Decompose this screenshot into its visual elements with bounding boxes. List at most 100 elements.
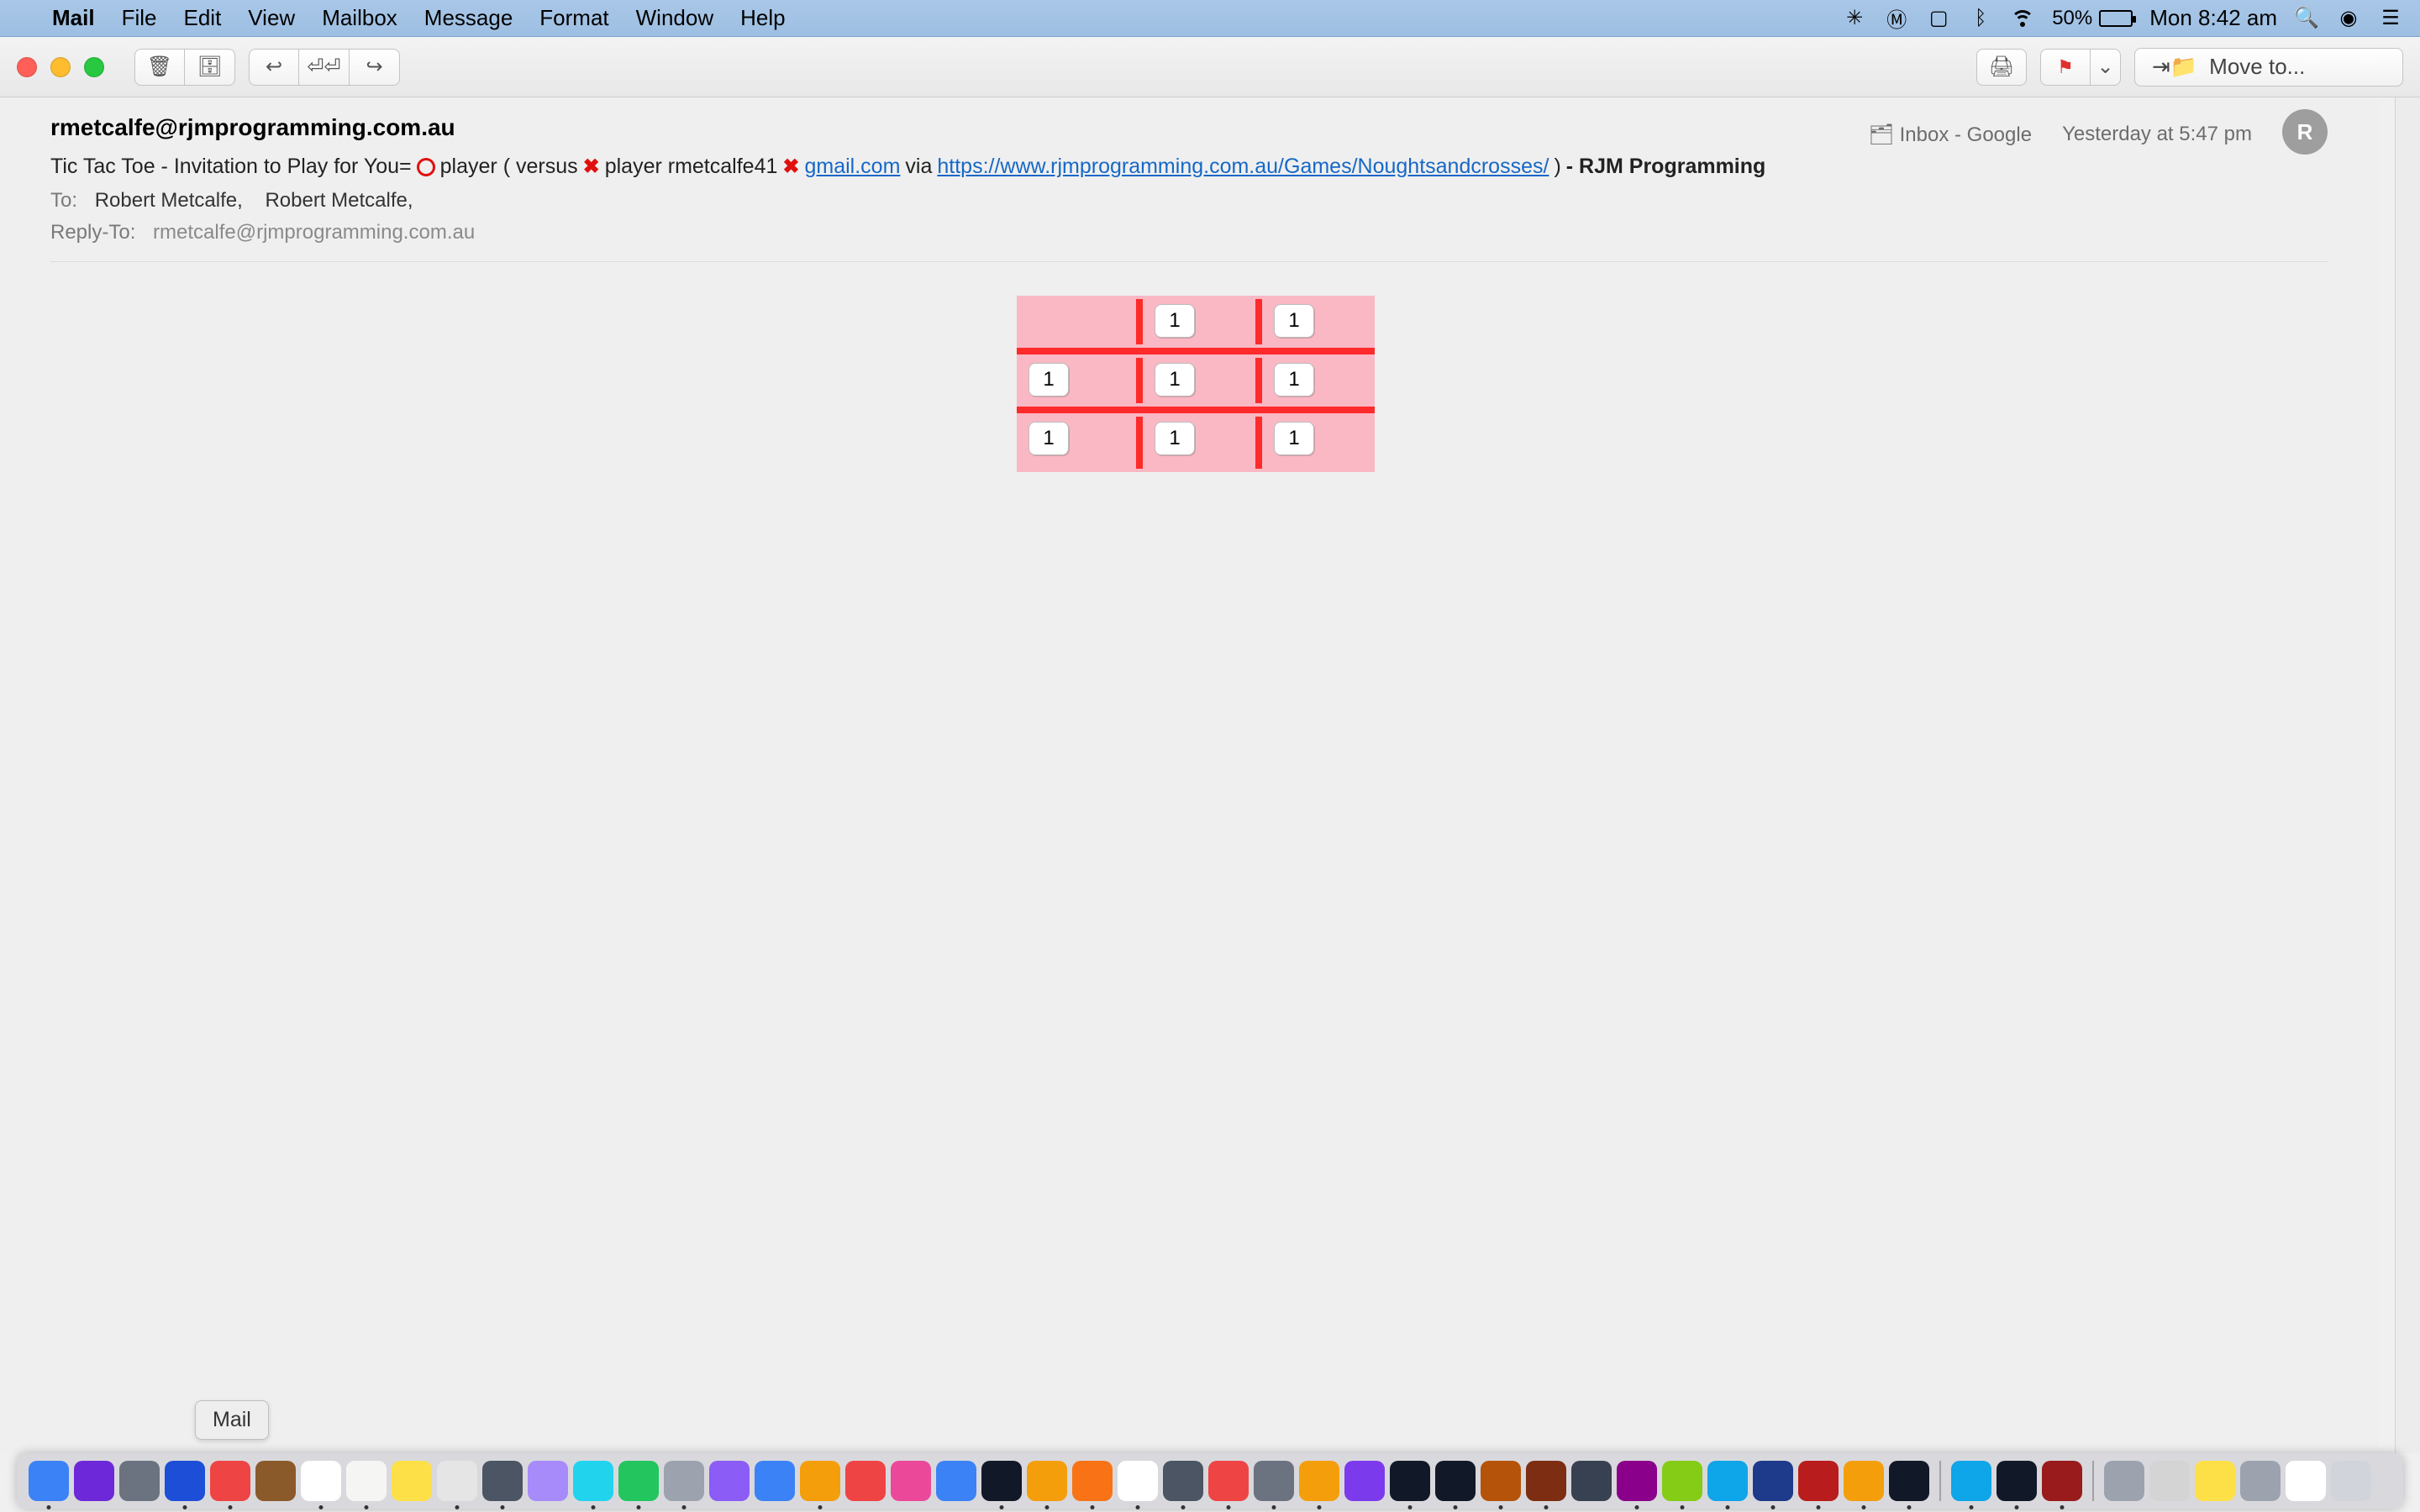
- dock-app[interactable]: [482, 1461, 523, 1501]
- dock-app[interactable]: [346, 1461, 387, 1501]
- cell-value-stepper[interactable]: 1: [1028, 363, 1069, 396]
- dock-app[interactable]: [2286, 1461, 2326, 1501]
- header-from[interactable]: rmetcalfe@rjmprogramming.com.au: [50, 114, 455, 141]
- dock-app[interactable]: [1254, 1461, 1294, 1501]
- to-recipient-2[interactable]: Robert Metcalfe,: [265, 189, 413, 212]
- cell-value-stepper[interactable]: 1: [1274, 422, 1314, 455]
- cell-value-stepper[interactable]: 1: [1155, 304, 1195, 338]
- reply-all-button[interactable]: ⏎⏎: [299, 49, 350, 86]
- dock-app[interactable]: [2104, 1461, 2144, 1501]
- move-to-button[interactable]: ⇥📁 Move to...: [2134, 48, 2403, 87]
- dock-app[interactable]: [1481, 1461, 1521, 1501]
- battery-status[interactable]: 50%: [2052, 7, 2133, 30]
- dock-app[interactable]: [755, 1461, 795, 1501]
- dock-app[interactable]: [1299, 1461, 1339, 1501]
- cell-value-stepper[interactable]: 1: [1274, 363, 1314, 396]
- board-cell[interactable]: [1017, 296, 1136, 354]
- notification-center-icon[interactable]: ☰: [2378, 6, 2403, 31]
- dock-app[interactable]: [1753, 1461, 1793, 1501]
- dock-app[interactable]: [255, 1461, 296, 1501]
- menu-format[interactable]: Format: [539, 5, 608, 31]
- menu-view[interactable]: View: [248, 5, 295, 31]
- subject-game-link[interactable]: https://www.rjmprogramming.com.au/Games/…: [937, 155, 1549, 179]
- menubar-clock[interactable]: Mon 8:42 am: [2149, 5, 2277, 31]
- dock-app[interactable]: [2042, 1461, 2082, 1501]
- sender-avatar[interactable]: R: [2282, 109, 2328, 155]
- dock-app[interactable]: [301, 1461, 341, 1501]
- to-recipient-1[interactable]: Robert Metcalfe,: [95, 189, 243, 212]
- flag-menu-button[interactable]: ⌄: [2091, 49, 2121, 86]
- dock-app[interactable]: [936, 1461, 976, 1501]
- delete-button[interactable]: 🗑: [134, 49, 185, 86]
- dock-app[interactable]: [1844, 1461, 1884, 1501]
- menu-mailbox[interactable]: Mailbox: [322, 5, 397, 31]
- header-mailbox[interactable]: 🗂 Inbox - Google: [1868, 123, 2032, 147]
- dock-app[interactable]: [1617, 1461, 1657, 1501]
- vertical-scrollbar[interactable]: [2395, 97, 2420, 1453]
- dock-app[interactable]: [1163, 1461, 1203, 1501]
- dock-app[interactable]: [709, 1461, 750, 1501]
- dock-app[interactable]: [1027, 1461, 1067, 1501]
- dock-app[interactable]: [29, 1461, 69, 1501]
- dock-app[interactable]: [664, 1461, 704, 1501]
- dock-app[interactable]: [1996, 1461, 2037, 1501]
- board-cell[interactable]: 1: [1136, 354, 1255, 413]
- dock-app[interactable]: [392, 1461, 432, 1501]
- dock-app[interactable]: [1571, 1461, 1612, 1501]
- cell-value-stepper[interactable]: 1: [1028, 422, 1069, 455]
- dock-app[interactable]: [437, 1461, 477, 1501]
- menubar-extra-icon-2[interactable]: Ⓜ: [1884, 6, 1909, 31]
- dock-app[interactable]: [1390, 1461, 1430, 1501]
- board-cell[interactable]: 1: [1017, 354, 1136, 413]
- dock-app[interactable]: [528, 1461, 568, 1501]
- dock-app[interactable]: [981, 1461, 1022, 1501]
- dock-app[interactable]: [1889, 1461, 1929, 1501]
- board-cell[interactable]: 1: [1255, 354, 1375, 413]
- board-cell[interactable]: 1: [1136, 296, 1255, 354]
- print-button[interactable]: 🖨: [1976, 49, 2027, 86]
- airplay-icon[interactable]: ▢: [1926, 6, 1951, 31]
- window-minimize-button[interactable]: [50, 57, 71, 77]
- wifi-icon[interactable]: [2010, 6, 2035, 31]
- dock-app[interactable]: [1435, 1461, 1476, 1501]
- dock-app[interactable]: [618, 1461, 659, 1501]
- menu-app-name[interactable]: Mail: [52, 5, 95, 31]
- dock-app[interactable]: [1526, 1461, 1566, 1501]
- dock-app[interactable]: [1118, 1461, 1158, 1501]
- bluetooth-icon[interactable]: ᛒ: [1968, 6, 1993, 31]
- dock-app[interactable]: [2149, 1461, 2190, 1501]
- cell-value-stepper[interactable]: 1: [1155, 422, 1195, 455]
- reply-button[interactable]: ↩: [249, 49, 299, 86]
- forward-button[interactable]: ↪: [350, 49, 400, 86]
- dock-app[interactable]: [1662, 1461, 1702, 1501]
- menubar-extra-icon-1[interactable]: ✳: [1842, 6, 1867, 31]
- dock-app[interactable]: [2331, 1461, 2371, 1501]
- dock-app[interactable]: [573, 1461, 613, 1501]
- board-cell[interactable]: 1: [1136, 413, 1255, 472]
- spotlight-icon[interactable]: 🔍: [2294, 6, 2319, 31]
- dock-app[interactable]: [800, 1461, 840, 1501]
- board-cell[interactable]: 1: [1017, 413, 1136, 472]
- dock-app[interactable]: [1208, 1461, 1249, 1501]
- menu-file[interactable]: File: [122, 5, 157, 31]
- archive-button[interactable]: 🗄: [185, 49, 235, 86]
- dock-app[interactable]: [1707, 1461, 1748, 1501]
- menu-message[interactable]: Message: [424, 5, 513, 31]
- dock-app[interactable]: [891, 1461, 931, 1501]
- siri-icon[interactable]: ◉: [2336, 6, 2361, 31]
- dock-app[interactable]: [2195, 1461, 2235, 1501]
- dock-app[interactable]: [1072, 1461, 1113, 1501]
- dock-app[interactable]: [2240, 1461, 2281, 1501]
- subject-gmail-link[interactable]: gmail.com: [804, 155, 900, 179]
- window-close-button[interactable]: [17, 57, 37, 77]
- dock-app[interactable]: [845, 1461, 886, 1501]
- board-cell[interactable]: 1: [1255, 296, 1375, 354]
- board-cell[interactable]: 1: [1255, 413, 1375, 472]
- cell-value-stepper[interactable]: 1: [1155, 363, 1195, 396]
- dock-app[interactable]: [165, 1461, 205, 1501]
- flag-button[interactable]: ⚑: [2040, 49, 2091, 86]
- dock-app[interactable]: [1951, 1461, 1991, 1501]
- dock-app[interactable]: [210, 1461, 250, 1501]
- dock-app[interactable]: [1798, 1461, 1839, 1501]
- dock-app[interactable]: [119, 1461, 160, 1501]
